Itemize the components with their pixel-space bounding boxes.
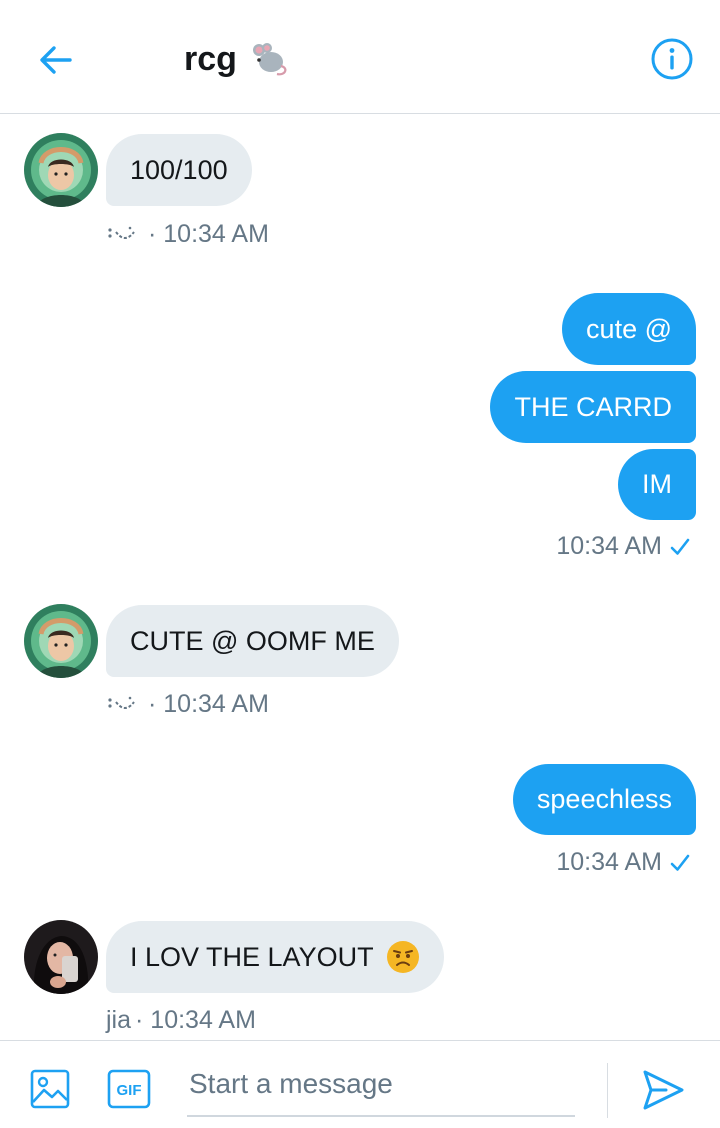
add-gif-button[interactable]: GIF — [107, 1069, 151, 1114]
check-icon — [670, 854, 690, 871]
message-text: cute @ — [586, 313, 672, 344]
message-timestamp: · 10:34 AM — [148, 220, 269, 248]
message-meta: 10:34 AM — [556, 848, 692, 877]
divider — [607, 1063, 608, 1118]
message-meta: jia · 10:34 AM — [106, 1006, 256, 1035]
smile-emoticon — [108, 226, 135, 239]
outgoing-message-bubble[interactable]: IM — [618, 449, 696, 520]
add-image-button[interactable] — [29, 1068, 71, 1115]
outgoing-message-bubble[interactable]: cute @ — [562, 293, 696, 365]
back-button[interactable] — [36, 40, 76, 80]
message-text: speechless — [536, 784, 672, 814]
sender-name: jia — [106, 1006, 132, 1034]
info-icon — [651, 38, 693, 80]
image-icon — [30, 1069, 70, 1109]
conversation-title[interactable]: rcg — [184, 38, 289, 80]
message-text: CUTE @ OOMF ME — [130, 625, 375, 656]
send-button[interactable] — [640, 1067, 686, 1118]
avatar[interactable] — [24, 920, 98, 994]
confused-face-emoji — [386, 941, 419, 973]
avatar[interactable] — [24, 133, 98, 207]
avatar[interactable] — [24, 604, 98, 678]
smile-emoticon — [108, 696, 135, 709]
message-timestamp: · 10:34 AM — [135, 1006, 256, 1034]
arrow-left-icon — [40, 46, 72, 74]
conversation-header: rcg — [0, 0, 720, 114]
message-timestamp: · 10:34 AM — [148, 690, 269, 718]
message-meta: · 10:34 AM — [106, 220, 269, 249]
conversation-name: rcg — [184, 39, 237, 78]
message-meta: · 10:34 AM — [106, 690, 269, 719]
check-icon — [670, 538, 690, 555]
outgoing-message-bubble[interactable]: THE CARRD — [490, 371, 696, 443]
gif-icon: GIF — [107, 1069, 151, 1109]
message-text: 100/100 — [130, 154, 228, 185]
message-input[interactable] — [187, 1059, 575, 1117]
message-text: I LOV THE LAYOUT — [130, 941, 374, 972]
incoming-message-bubble[interactable]: CUTE @ OOMF ME — [106, 605, 399, 677]
incoming-message-bubble[interactable]: 100/100 — [106, 134, 252, 206]
message-text: THE CARRD — [514, 391, 672, 422]
info-button[interactable] — [650, 37, 694, 81]
mouse-emoji — [252, 43, 287, 76]
outgoing-message-bubble[interactable]: speechless — [512, 764, 696, 835]
message-timestamp: 10:34 AM — [556, 532, 662, 560]
message-meta: 10:34 AM — [556, 532, 692, 561]
message-text: IM — [642, 469, 672, 499]
svg-text:GIF: GIF — [117, 1082, 142, 1099]
message-composer: GIF — [0, 1040, 720, 1128]
message-timestamp: 10:34 AM — [556, 848, 662, 876]
send-icon — [643, 1070, 684, 1110]
incoming-message-bubble[interactable]: I LOV THE LAYOUT — [106, 921, 444, 993]
